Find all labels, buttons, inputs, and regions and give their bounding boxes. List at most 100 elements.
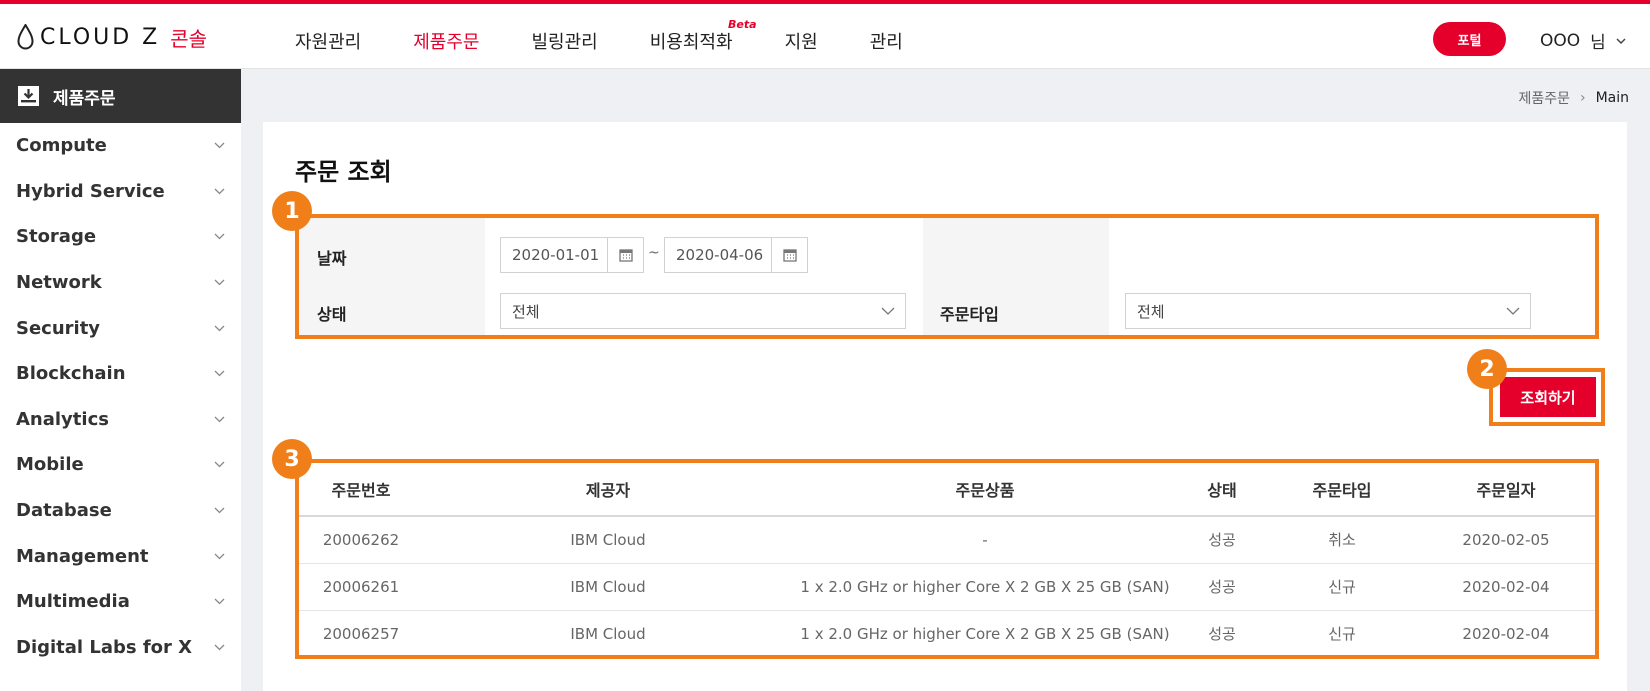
date-from-field[interactable]: 2020-01-01: [500, 237, 644, 273]
chevron-down-icon: [1506, 307, 1520, 315]
cell-product: -: [793, 516, 1177, 564]
table-row[interactable]: 20006261 IBM Cloud 1 x 2.0 GHz or higher C…: [299, 563, 1595, 611]
gnb-label: 지원: [784, 32, 818, 53]
page-title: 주문 조회: [295, 158, 392, 186]
date-to-field[interactable]: 2020-04-06: [664, 237, 808, 273]
date-from-value: 2020-01-01: [512, 246, 600, 264]
gnb-item-admin[interactable]: 관리: [870, 28, 903, 54]
chevron-down-icon: [214, 279, 225, 286]
sidebar-item-label: Database: [16, 500, 112, 522]
chevron-down-icon: [214, 234, 225, 240]
cell-provider: IBM Cloud: [570, 624, 646, 643]
logo-console: 콘솔: [170, 26, 208, 51]
chevron-down-icon: [214, 370, 225, 377]
table-row[interactable]: 20006257 IBM Cloud 1 x 2.0 GHz or higher C…: [299, 610, 1595, 657]
gnb-label: 빌링관리: [531, 32, 598, 53]
status-label: 상태: [317, 305, 347, 324]
sidebar-item[interactable]: Blockchain: [0, 351, 241, 397]
portal-button[interactable]: 포털: [1433, 22, 1506, 56]
sidebar-item[interactable]: Analytics: [0, 397, 241, 443]
sidebar: 제품주문 Compute Hybrid Service Storage Network…: [0, 69, 241, 691]
calendar-icon[interactable]: [771, 238, 807, 272]
query-button[interactable]: 조회하기: [1500, 377, 1596, 417]
sidebar-item[interactable]: Multimedia: [0, 579, 241, 625]
callout-badge-1: 1: [272, 191, 312, 231]
status-select[interactable]: 전체: [500, 293, 906, 329]
column-header-order-no[interactable]: 주문번호: [299, 463, 423, 517]
sidebar-title: 제품주문: [53, 88, 116, 109]
gnb-label: 관리: [869, 32, 903, 53]
sidebar-item[interactable]: Management: [0, 533, 241, 579]
sidebar-item[interactable]: Mobile: [0, 442, 241, 488]
sidebar-item-label: Digital Labs for X: [16, 636, 193, 658]
gnb-item-support[interactable]: 지원: [785, 28, 818, 54]
breadcrumb-parent[interactable]: 제품주문: [1518, 88, 1570, 108]
cell-product: 1 x 2.0 GHz or higher Core X 2 GB X 25 G…: [793, 563, 1177, 611]
sidebar-item[interactable]: Storage: [0, 214, 241, 260]
callout-badge-3: 3: [272, 439, 312, 479]
cell-order-date: 2020-02-05: [1417, 516, 1595, 564]
chevron-down-icon: [214, 325, 225, 332]
chevron-down-icon: [881, 307, 895, 315]
cell-order-no: 20006262: [299, 516, 423, 564]
order-table-box: 주문번호 제공자 주문상품 상태 주문타입 주문일자 20006262 IBM C…: [295, 459, 1599, 659]
sidebar-item-label: Blockchain: [16, 363, 126, 385]
sidebar-item[interactable]: Network: [0, 260, 241, 306]
cell-status: 성공: [1177, 563, 1267, 611]
cell-provider: IBM Cloud: [423, 516, 793, 564]
gnb-label: 제품주문: [413, 32, 480, 53]
table-row[interactable]: 20006262 IBM Cloud - 성공 취소 2020-02-05: [299, 516, 1595, 564]
sidebar-item[interactable]: Database: [0, 488, 241, 534]
breadcrumb: 제품주문 › Main: [1518, 88, 1629, 108]
sidebar-item[interactable]: Hybrid Service: [0, 169, 241, 215]
global-nav: 자원관리 제품주문 빌링관리 비용최적화 Beta 지원 관리: [295, 18, 955, 54]
column-header-provider[interactable]: 제공자: [423, 463, 793, 517]
sidebar-item-label: Multimedia: [16, 591, 130, 613]
global-header: CLOUD Z 콘솔 자원관리 제품주문 빌링관리 비용최적화 Beta 지원 관…: [0, 4, 1650, 69]
chevron-down-icon: [214, 461, 225, 468]
column-header-order-type[interactable]: 주문타입: [1267, 463, 1417, 517]
column-header-product[interactable]: 주문상품: [793, 463, 1177, 517]
sidebar-item-label: Analytics: [16, 408, 109, 430]
gnb-item-product-order[interactable]: 제품주문: [413, 28, 479, 54]
logo[interactable]: CLOUD Z 콘솔: [17, 22, 207, 52]
chevron-down-icon: [214, 553, 225, 560]
beta-badge: Beta: [728, 18, 757, 31]
sidebar-item-label: Storage: [16, 226, 97, 248]
gnb-item-billing[interactable]: 빌링관리: [532, 28, 598, 54]
column-header-order-date[interactable]: 주문일자: [1417, 463, 1595, 517]
order-type-label: 주문타입: [940, 305, 999, 324]
user-name: OOO: [1540, 30, 1581, 51]
cell-status: 성공: [1177, 516, 1267, 564]
sidebar-item-label: Security: [16, 317, 101, 339]
search-form: 날짜 2020-01-01 ~ 2020-04-06 상태 전체 주문타입 전체: [295, 214, 1599, 339]
gnb-item-resources[interactable]: 자원관리: [295, 28, 361, 54]
sidebar-item-label: Management: [16, 545, 149, 567]
main-panel: 주문 조회 1 날짜 2020-01-01 ~ 2020-04-06 상태 전체…: [263, 122, 1627, 691]
download-box-icon: [18, 86, 39, 106]
chevron-down-icon: [214, 142, 225, 149]
calendar-icon[interactable]: [607, 238, 643, 272]
chevron-down-icon: [214, 598, 225, 605]
sidebar-item[interactable]: Digital Labs for X: [0, 625, 241, 671]
order-type-select-value: 전체: [1137, 302, 1165, 321]
gnb-label: 비용최적화: [649, 32, 733, 53]
user-menu[interactable]: OOO 님: [1540, 28, 1626, 53]
date-range-separator: ~: [648, 245, 660, 261]
sidebar-item-label: Compute: [16, 135, 107, 157]
cell-order-type: 취소: [1267, 516, 1417, 564]
chevron-down-icon: [214, 507, 225, 514]
gnb-item-cost-optimization[interactable]: 비용최적화 Beta: [649, 18, 757, 54]
sidebar-item-label: Network: [16, 272, 102, 294]
sidebar-menu: Compute Hybrid Service Storage Network Secur…: [0, 123, 241, 670]
chevron-down-icon: [1616, 37, 1626, 44]
cell-product: 1 x 2.0 GHz or higher Core X 2 GB X 25 G…: [800, 624, 1170, 643]
sidebar-item[interactable]: Security: [0, 305, 241, 351]
order-type-select[interactable]: 전체: [1125, 293, 1531, 329]
date-to-value: 2020-04-06: [676, 246, 764, 264]
chevron-down-icon: [214, 644, 225, 651]
column-header-status[interactable]: 상태: [1177, 463, 1267, 517]
sidebar-item[interactable]: Compute: [0, 123, 241, 169]
date-label: 날짜: [317, 249, 347, 268]
breadcrumb-separator: ›: [1579, 90, 1586, 106]
